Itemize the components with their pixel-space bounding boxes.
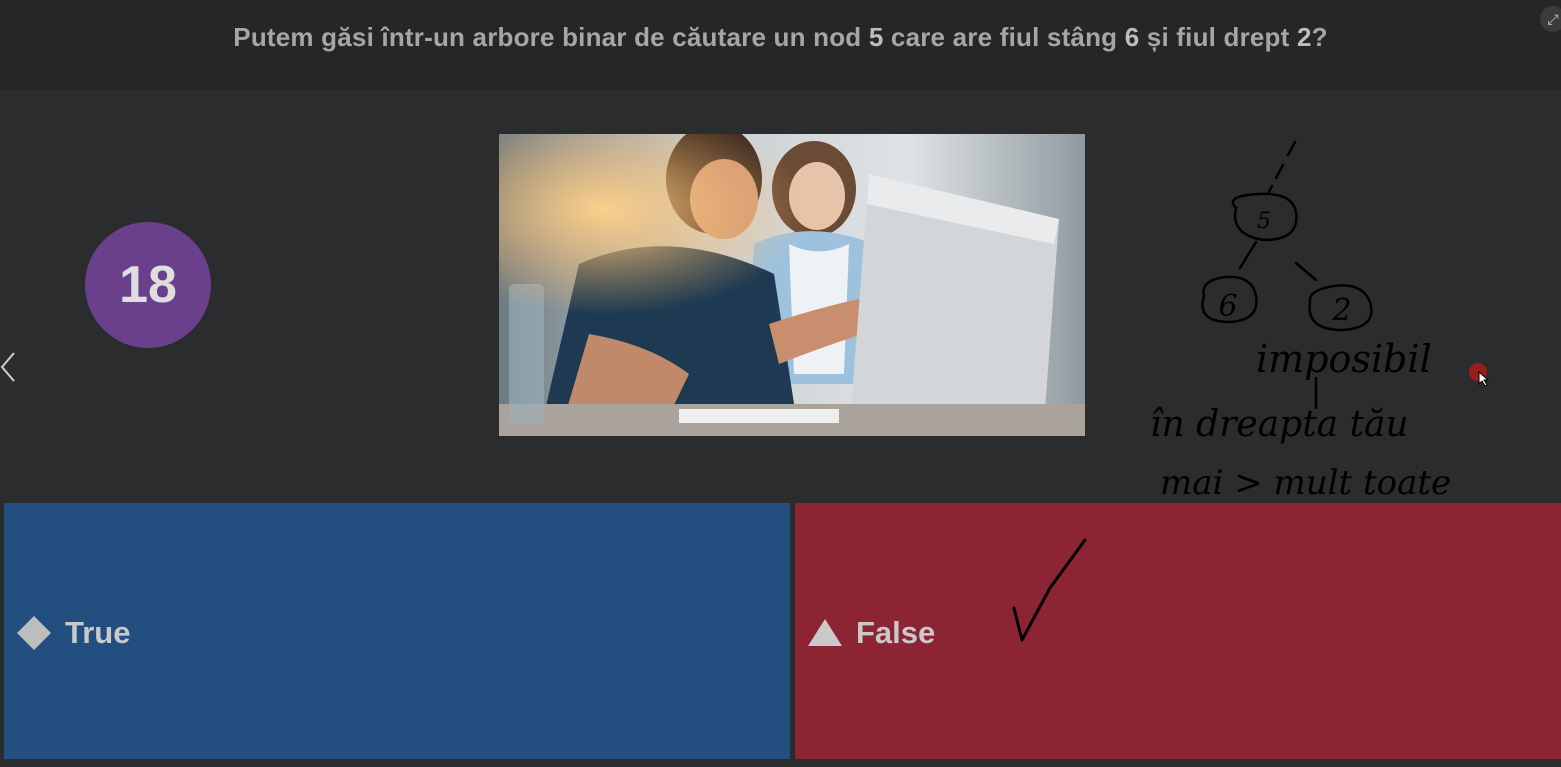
question-image xyxy=(499,134,1085,436)
triangle-icon xyxy=(808,619,842,646)
handwriting-line-3: mai > mult toate xyxy=(1160,463,1451,503)
question-part: și fiul drept xyxy=(1139,22,1297,52)
chevron-left-icon[interactable] xyxy=(0,345,20,389)
tree-node-root-label: 5 xyxy=(1257,209,1271,234)
question-text: Putem găsi într-un arbore binar de căuta… xyxy=(0,22,1561,53)
question-number-value: 5 xyxy=(868,22,884,52)
answer-true-button[interactable]: True xyxy=(4,503,790,759)
handwriting-line-2: în dreapta tău xyxy=(1150,404,1409,445)
diamond-icon xyxy=(17,616,51,650)
question-counter: 18 xyxy=(85,222,211,348)
pointer-cursor-icon xyxy=(1469,363,1490,386)
question-header: Putem găsi într-un arbore binar de căuta… xyxy=(0,0,1561,90)
expand-icon: ⤢ xyxy=(1547,11,1559,27)
answer-true-label: True xyxy=(65,615,131,650)
question-part: ? xyxy=(1311,22,1328,52)
answer-false-button[interactable]: False xyxy=(795,503,1561,759)
answer-false-label: False xyxy=(856,615,936,650)
question-number-value: 2 xyxy=(1296,22,1312,52)
fullscreen-button[interactable]: ⤢ xyxy=(1540,6,1561,32)
question-part: Putem găsi într-un arbore binar de căuta… xyxy=(233,22,869,52)
tree-node-left-label: 6 xyxy=(1218,289,1237,324)
question-part: care are fiul stâng xyxy=(883,22,1125,52)
tree-node-right-label: 2 xyxy=(1331,293,1351,328)
question-number-value: 6 xyxy=(1124,22,1140,52)
handwriting-line-1: imposibil xyxy=(1256,337,1432,381)
